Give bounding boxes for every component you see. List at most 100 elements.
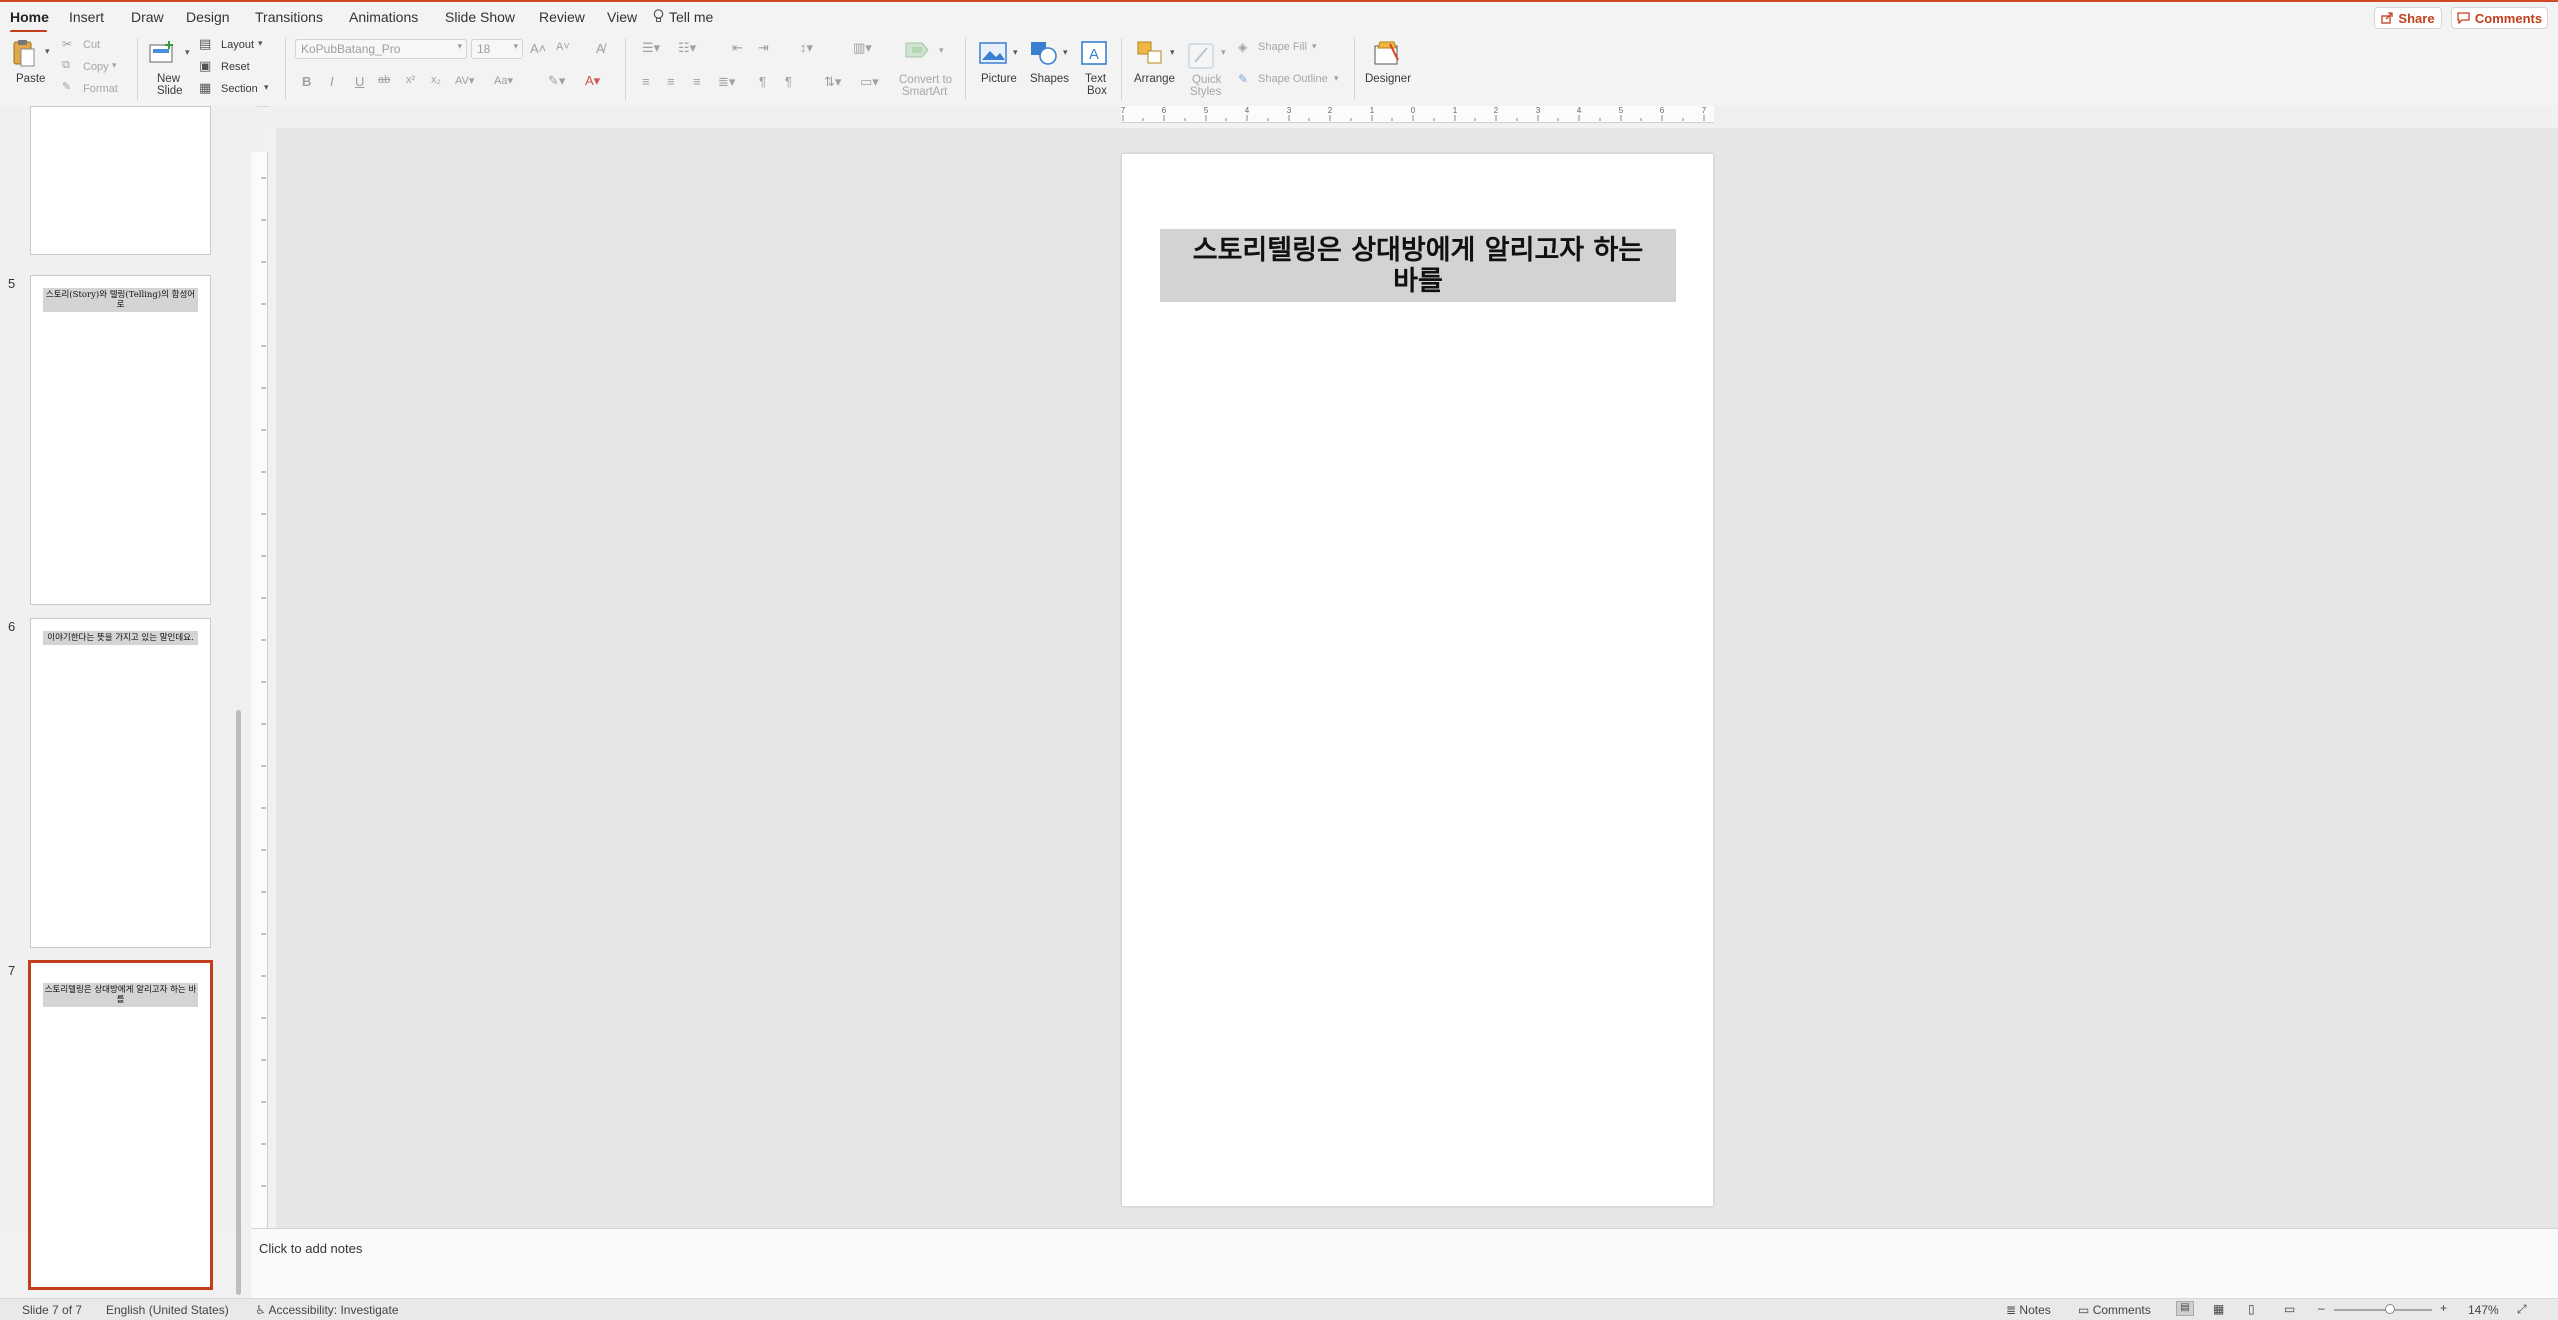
slide-thumbnail-7-selected[interactable]: 스토리텔링은 상대방에게 알리고자 하는 바를 [28,960,213,1290]
new-slide-button[interactable] [148,40,176,69]
tell-me-search[interactable]: Tell me [653,9,713,25]
zoom-slider-track[interactable] [2334,1309,2432,1311]
underline-icon[interactable]: U [355,74,364,89]
text-direction-icon[interactable]: ⇅▾ [824,74,841,90]
paste-dropdown-icon[interactable]: ▾ [45,46,50,57]
tab-slide-show[interactable]: Slide Show [445,9,515,25]
section-dropdown-icon[interactable]: ▾ [264,82,269,93]
zoom-out-button[interactable]: – [2318,1301,2325,1315]
thumbnail-title: 이야기한다는 뜻을 가지고 있는 말인데요. [43,631,198,645]
increase-indent-icon[interactable]: ⇥ [758,40,769,56]
designer-button[interactable] [1372,38,1402,73]
slide-sorter-button[interactable]: ▦ [2213,1302,2224,1316]
copy-button[interactable]: Copy [83,61,109,74]
thumbnail-scrollbar[interactable] [236,710,241,1295]
fit-to-window-icon[interactable]: ⤢ [2517,1302,2527,1317]
notes-toggle[interactable]: ≣ Notes [2006,1303,2051,1317]
clear-formatting-icon[interactable]: A̸ [596,41,605,56]
increase-font-size-icon[interactable]: A˄ [530,41,546,56]
slide-count: Slide 7 of 7 [22,1303,83,1317]
picture-label: Picture [981,73,1017,85]
section-button[interactable]: Section [221,83,258,96]
share-button[interactable]: Share [2374,7,2442,29]
copy-dropdown-icon[interactable]: ▾ [112,60,117,71]
paste-button[interactable] [12,38,36,73]
decrease-font-size-icon[interactable]: A˅ [556,41,570,53]
tab-insert[interactable]: Insert [69,9,104,25]
arrange-button[interactable] [1136,40,1164,71]
layout-button[interactable]: Layout [221,39,254,52]
quick-styles-button[interactable] [1187,40,1217,75]
slide-thumbnail-5[interactable]: 스토리(Story)와 텔링(Telling)의 합성어로 [30,275,211,605]
svg-text:6: 6 [1660,106,1665,115]
layout-dropdown-icon[interactable]: ▾ [258,38,263,49]
rtl-text-icon[interactable]: ¶ [785,74,792,89]
zoom-level[interactable]: 147% [2468,1303,2499,1317]
arrange-dropdown-icon[interactable]: ▾ [1170,47,1175,58]
tab-home[interactable]: Home [10,9,49,25]
ltr-text-icon[interactable]: ¶ [759,74,766,89]
comments-button[interactable]: Comments [2451,7,2548,29]
slide-thumbnail-panel[interactable]: 5 스토리(Story)와 텔링(Telling)의 합성어로 6 이야기한다는… [0,106,257,1290]
tab-design[interactable]: Design [186,9,230,25]
strikethrough-icon[interactable]: ab [378,74,390,86]
tab-animations[interactable]: Animations [349,9,418,25]
slide-title-textbox[interactable]: 스토리텔링은 상대방에게 알리고자 하는 바를 [1160,229,1676,302]
superscript-icon[interactable]: x² [406,74,415,86]
current-slide[interactable]: 스토리텔링은 상대방에게 알리고자 하는 바를 [1122,154,1713,1206]
quick-styles-dropdown-icon[interactable]: ▾ [1221,47,1226,58]
reading-view-button[interactable]: ▯ [2248,1302,2255,1316]
comment-icon [2457,12,2470,24]
comments-toggle[interactable]: ▭ Comments [2078,1303,2151,1317]
font-size-field[interactable]: 18 ▾ [471,39,523,59]
reset-button[interactable]: Reset [221,61,250,74]
justify-icon[interactable]: ≣▾ [718,74,735,90]
shapes-button[interactable] [1029,40,1059,71]
text-box-button[interactable]: A [1080,40,1108,71]
picture-button[interactable] [979,42,1007,69]
font-color-icon[interactable]: A▾ [585,73,600,89]
cut-button[interactable]: Cut [83,39,100,52]
shape-outline-button[interactable]: Shape Outline [1258,73,1328,86]
font-name-field[interactable]: KoPubBatang_Pro ▾ [295,39,467,59]
ribbon-separator [1121,38,1122,100]
notes-pane[interactable]: Click to add notes [251,1228,2558,1299]
zoom-slider-handle[interactable] [2385,1304,2395,1314]
normal-view-button[interactable]: ▤ [2176,1301,2194,1316]
columns-icon[interactable]: ▥▾ [853,40,872,56]
new-slide-dropdown-icon[interactable]: ▾ [185,47,190,58]
decrease-indent-icon[interactable]: ⇤ [732,40,743,56]
convert-smartart-button[interactable] [904,39,934,66]
change-case-icon[interactable]: Aa▾ [494,74,513,87]
language-indicator[interactable]: English (United States) [106,1303,229,1317]
accessibility-checker[interactable]: ♿ Accessibility: Investigate [255,1303,399,1317]
svg-text:4: 4 [1577,106,1582,115]
smartart-dropdown-icon[interactable]: ▾ [939,45,944,56]
picture-dropdown-icon[interactable]: ▾ [1013,47,1018,58]
line-spacing-icon[interactable]: ↕▾ [800,40,813,56]
highlight-color-icon[interactable]: ✎▾ [548,73,565,89]
shapes-dropdown-icon[interactable]: ▾ [1063,47,1068,58]
align-left-icon[interactable]: ≡ [642,74,650,89]
zoom-in-button[interactable]: + [2440,1301,2447,1315]
bold-icon[interactable]: B [302,74,311,89]
numbering-icon[interactable]: ☷▾ [678,40,696,56]
slide-thumbnail-4[interactable] [30,106,211,255]
shape-outline-dropdown-icon[interactable]: ▾ [1334,73,1339,84]
italic-icon[interactable]: I [330,74,334,89]
tab-view[interactable]: View [607,9,637,25]
slide-show-button[interactable]: ▭ [2284,1302,2295,1316]
format-painter-button[interactable]: Format [83,83,118,96]
subscript-icon[interactable]: x₂ [431,74,441,86]
tab-review[interactable]: Review [539,9,585,25]
shape-fill-button[interactable]: Shape Fill [1258,41,1307,54]
tab-transitions[interactable]: Transitions [255,9,323,25]
slide-thumbnail-6[interactable]: 이야기한다는 뜻을 가지고 있는 말인데요. [30,618,211,948]
tab-draw[interactable]: Draw [131,9,164,25]
align-text-icon[interactable]: ▭▾ [860,74,879,90]
shape-fill-dropdown-icon[interactable]: ▾ [1312,41,1317,52]
align-right-icon[interactable]: ≡ [693,74,701,89]
bullets-icon[interactable]: ☰▾ [642,40,660,56]
align-center-icon[interactable]: ≡ [667,74,675,89]
character-spacing-icon[interactable]: AV▾ [455,74,474,87]
